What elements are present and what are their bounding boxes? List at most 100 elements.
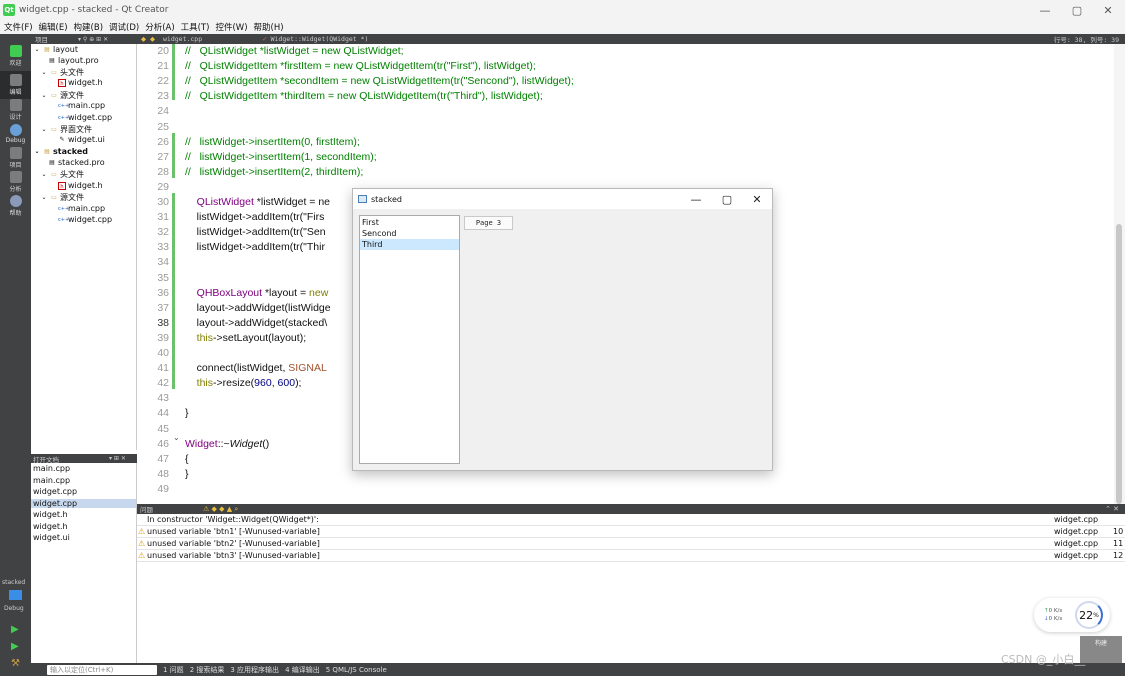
code-line: // QListWidgetItem *thirdItem = new QLis…	[185, 89, 543, 104]
open-doc-item[interactable]: widget.h	[33, 510, 68, 519]
code-token: // QListWidget *listWidget = new QListWi…	[185, 45, 404, 57]
pro-file-icon: ▤	[49, 56, 55, 64]
menu-file[interactable]: 文件(F)	[4, 21, 33, 33]
stacked-app-window: stacked — ▢ ✕ First Sencond Third Page 3	[352, 188, 773, 471]
minimize-button[interactable]: —	[1030, 0, 1060, 20]
tree-node-widget-h-2[interactable]: h widget.h	[58, 181, 103, 190]
editor-scrollbar[interactable]	[1114, 44, 1125, 504]
line-number: 23	[157, 90, 169, 103]
menu-analyze[interactable]: 分析(A)	[145, 21, 174, 33]
tree-node-sources-2[interactable]: ⌄ ▭ 源文件	[40, 192, 84, 203]
issue-row[interactable]: In constructor 'Widget::Widget(QWidget*)…	[137, 514, 1125, 526]
tree-node-widget-cpp[interactable]: c++ widget.cpp	[58, 113, 112, 122]
tree-node-stacked-pro[interactable]: ▤ stacked.pro	[48, 158, 104, 167]
cursor-position: 行号: 38, 列号: 39	[1053, 36, 1119, 44]
tree-node-stacked[interactable]: ⌄ ▤ stacked	[33, 147, 88, 156]
close-button[interactable]: ✕	[1093, 0, 1123, 20]
app-close-button[interactable]: ✕	[742, 189, 772, 209]
nav-forward-icon[interactable]: ◆	[150, 35, 155, 43]
app-maximize-button[interactable]: ▢	[712, 189, 742, 209]
project-folder-icon: ▤	[44, 147, 50, 155]
analyze-mode-icon	[9, 171, 22, 183]
upload-speed: ↑0 K/s	[1044, 608, 1063, 614]
app-minimize-button[interactable]: —	[681, 189, 711, 209]
code-line: }	[185, 467, 189, 482]
open-doc-item[interactable]: widget.h	[33, 522, 68, 531]
menu-controls[interactable]: 控件(W)	[215, 21, 247, 33]
issue-row[interactable]: ⚠ unused variable 'btn1' [-Wunused-varia…	[137, 526, 1125, 538]
code-line: // listWidget->insertItem(0, firstItem);	[185, 135, 360, 150]
menu-tools[interactable]: 工具(T)	[181, 21, 210, 33]
maximize-button[interactable]: ▢	[1062, 0, 1092, 20]
tree-node-layout-pro[interactable]: ▤ layout.pro	[48, 56, 98, 65]
line-number: 20	[157, 45, 169, 57]
run-icon[interactable]: ▶	[11, 624, 19, 635]
changed-lines-marker	[172, 193, 175, 389]
debug-run-icon[interactable]: ▶	[11, 641, 19, 652]
tree-node-widget-cpp-2[interactable]: c++ widget.cpp	[58, 215, 112, 224]
open-doc-item-selected[interactable]: widget.cpp	[31, 499, 136, 508]
open-doc-item[interactable]: main.cpp	[33, 464, 70, 473]
open-doc-item[interactable]: widget.ui	[33, 533, 70, 542]
pane-toolbar-icons[interactable]: ▾ ⊞ ✕	[109, 455, 126, 462]
file-tab[interactable]: widget.cpp	[163, 35, 202, 43]
issues-filter-icons[interactable]: ⚠ ◆ ◆ ▲ ⌕	[203, 505, 238, 514]
pane-controls[interactable]: ⌃ ✕	[1105, 505, 1119, 513]
tree-node-headers-2[interactable]: ⌄ ▭ 头文件	[40, 169, 84, 180]
list-item-first[interactable]: First	[360, 217, 459, 228]
mode-help[interactable]: 帮助	[0, 192, 31, 220]
symbol-dropdown[interactable]: Widget::Widget(QWidget *)	[271, 35, 369, 43]
issue-row[interactable]: ⚠ unused variable 'btn2' [-Wunused-varia…	[137, 538, 1125, 550]
menu-help[interactable]: 帮助(H)	[254, 21, 284, 33]
issue-row[interactable]: ⚠ unused variable 'btn3' [-Wunused-varia…	[137, 550, 1125, 562]
build-hammer-icon[interactable]: ⚒	[11, 658, 20, 669]
app-titlebar: stacked — ▢ ✕	[353, 189, 772, 209]
open-documents-list: main.cpp main.cpp widget.cpp widget.cpp …	[31, 463, 137, 663]
list-item-second[interactable]: Sencond	[360, 228, 459, 239]
fold-arrow-icon[interactable]: ⌄	[173, 433, 180, 442]
tree-node-widget-h[interactable]: h widget.h	[58, 78, 103, 87]
tree-node-sources[interactable]: ⌄ ▭ 源文件	[40, 90, 84, 101]
tab-qml-console[interactable]: 5 QML/JS Console	[326, 666, 387, 674]
code-token: {	[185, 452, 189, 465]
expand-arrow-icon: ⌄	[34, 147, 40, 155]
list-item-third-selected[interactable]: Third	[360, 239, 459, 250]
code-line: // QListWidgetItem *secondItem = new QLi…	[185, 74, 574, 89]
menu-build[interactable]: 构建(B)	[74, 21, 103, 33]
tree-node-main-cpp[interactable]: c++ main.cpp	[58, 101, 105, 110]
open-doc-item[interactable]: widget.cpp	[33, 487, 77, 496]
tab-compile-output[interactable]: 4 编译输出	[285, 665, 320, 675]
tab-issues[interactable]: 1 问题	[163, 665, 184, 675]
line-number: 36	[157, 286, 169, 299]
line-number: 48	[157, 467, 169, 480]
code-token: *layout =	[262, 286, 310, 299]
header-file-icon: h	[58, 181, 66, 190]
tab-search-results[interactable]: 2 搜索结果	[190, 665, 225, 675]
project-tree: ⌄ ▤ layout ▤ layout.pro ⌄ ▭ 头文件 h widget.h ⌄ ▭ 源…	[31, 44, 137, 450]
tree-node-headers[interactable]: ⌄ ▭ 头文件	[40, 67, 84, 78]
tree-node-main-cpp-2[interactable]: c++ main.cpp	[58, 204, 105, 213]
page-3-label: Page 3	[464, 216, 513, 230]
tree-node-widget-ui[interactable]: ✎ widget.ui	[58, 135, 104, 144]
open-doc-item[interactable]: main.cpp	[33, 476, 70, 485]
build-button[interactable]: 构建	[1080, 636, 1122, 663]
list-widget[interactable]: First Sencond Third	[359, 215, 460, 464]
menu-debug[interactable]: 调试(D)	[109, 21, 139, 33]
tab-app-output[interactable]: 3 应用程序输出	[230, 665, 279, 675]
debug-bug-icon	[9, 124, 22, 136]
pane-toolbar-icons[interactable]: ▾ ⚲ ⊕ ⊞ ✕	[78, 36, 108, 43]
scrollbar-thumb[interactable]	[1116, 224, 1122, 504]
nav-back-icon[interactable]: ◆	[141, 35, 146, 43]
locator-input[interactable]: 输入以定位(Ctrl+K)	[47, 664, 157, 675]
tree-node-layout[interactable]: ⌄ ▤ layout	[33, 45, 77, 54]
menu-edit[interactable]: 编辑(E)	[39, 21, 68, 33]
code-line: listWidget->addItem(tr("Firs	[185, 210, 325, 225]
mode-welcome[interactable]: 欢迎	[0, 42, 31, 70]
code-token: // listWidget->insertItem(2, thirdItem);	[185, 165, 364, 178]
mode-edit[interactable]: 编辑	[0, 71, 31, 99]
kit-selector-monitor-icon[interactable]	[9, 590, 22, 600]
network-speed-widget: ↑0 K/s ↓0 K/s 22%	[1034, 598, 1110, 632]
code-token: 600	[277, 377, 296, 390]
tree-node-forms[interactable]: ⌄ ▭ 界面文件	[40, 124, 92, 135]
